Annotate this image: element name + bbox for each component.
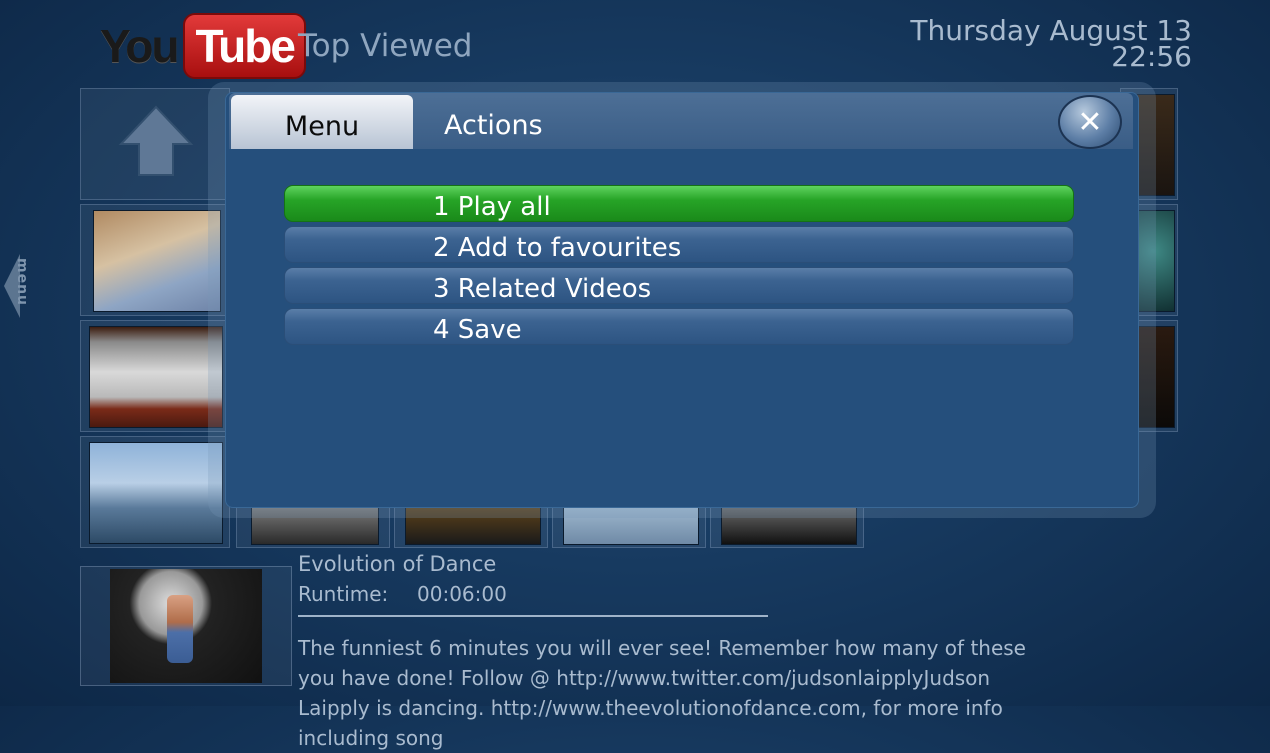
video-thumbnail (89, 442, 223, 544)
tab-menu[interactable]: Menu (231, 95, 413, 149)
video-title: Evolution of Dance (298, 552, 497, 576)
video-thumbnail (93, 210, 221, 312)
option-label: 1 Play all (433, 192, 551, 222)
thumbnail-figure (167, 595, 193, 663)
youtube-logo: You Tube (100, 13, 306, 79)
option-play-all[interactable]: 1 Play all (284, 185, 1074, 222)
runtime-label: Runtime: (298, 582, 389, 606)
close-icon: ✕ (1077, 105, 1103, 140)
option-label: 2 Add to favourites (433, 233, 682, 263)
time-text: 22:56 (1111, 40, 1192, 73)
video-thumbnail (89, 326, 223, 428)
tab-actions[interactable]: Actions (444, 110, 543, 141)
page-title: Top Viewed (298, 28, 473, 64)
runtime-value: 00:06:00 (417, 582, 507, 606)
option-label: 4 Save (433, 315, 522, 345)
option-related-videos[interactable]: 3 Related Videos (284, 267, 1074, 304)
option-save[interactable]: 4 Save (284, 308, 1074, 345)
video-description: The funniest 6 minutes you will ever see… (298, 636, 1026, 750)
side-menu-tab[interactable]: menu (0, 248, 34, 322)
selected-video-thumbnail[interactable] (80, 566, 292, 686)
datetime: Thursday August 13 22:56 (910, 17, 1192, 73)
close-button[interactable]: ✕ (1058, 95, 1122, 149)
option-add-to-favourites[interactable]: 2 Add to favourites (284, 226, 1074, 263)
side-menu-label: menu (14, 258, 30, 307)
logo-you-text: You (100, 20, 179, 72)
logo-tube-text: Tube (183, 13, 306, 79)
divider (298, 615, 768, 617)
runtime-row: Runtime: 00:06:00 (298, 582, 507, 606)
option-label: 3 Related Videos (433, 274, 652, 304)
